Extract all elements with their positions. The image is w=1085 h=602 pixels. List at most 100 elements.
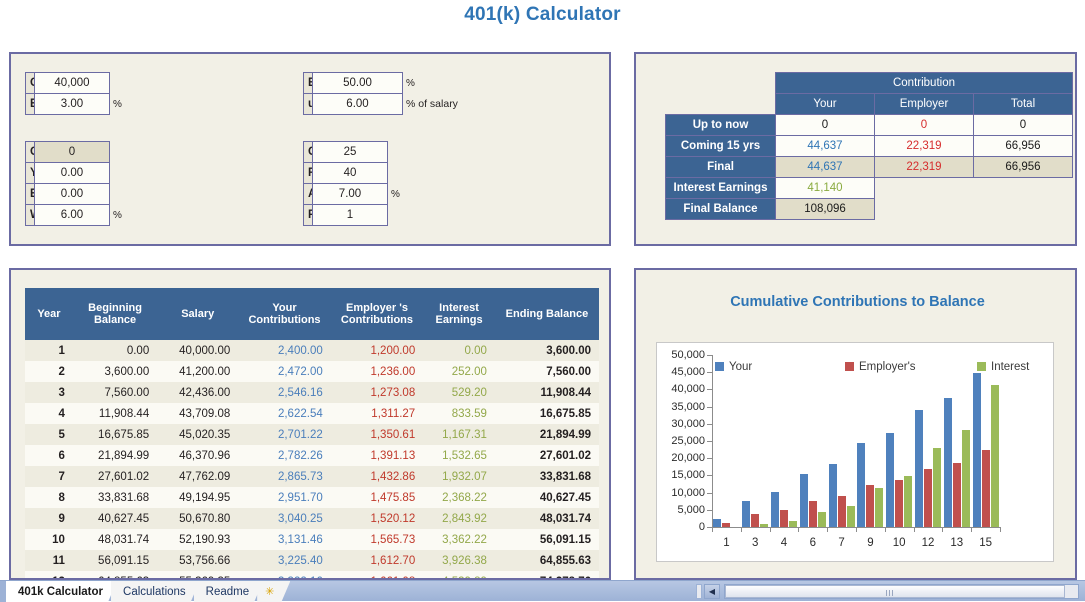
projection-cell: 2,622.54 xyxy=(277,407,323,420)
input-row: Retirement Age40 xyxy=(303,162,402,184)
projection-cell: 1,391.13 xyxy=(370,449,416,462)
sheet-tab-label: 401k Calculator xyxy=(18,585,104,598)
sheet-tab-bar: 401k Calculator Calculations Readme ✳ ◀ xyxy=(0,580,1085,602)
horizontal-scrollbar-thumb[interactable] xyxy=(725,585,1065,598)
projection-cell: 2,472.00 xyxy=(277,365,323,378)
input-label: Employer's Contr. up to now xyxy=(25,183,35,205)
projection-cell: 16,675.85 xyxy=(539,407,591,420)
projection-cell: 5 xyxy=(58,428,65,441)
insert-worksheet-tab[interactable]: ✳ xyxy=(257,581,290,602)
projection-cell: 7 xyxy=(58,470,65,483)
chart-y-tick-label: 50,000 xyxy=(671,349,705,361)
chart-bar xyxy=(713,518,722,527)
projection-cell: 3,040.25 xyxy=(277,512,323,525)
summary-column-header: Your xyxy=(775,93,875,115)
projection-column-header: Your Contributions xyxy=(238,288,331,340)
chart-x-tick-mark xyxy=(712,527,713,532)
projection-cell: 56,091.15 xyxy=(539,533,591,546)
sheet-tab-label: Readme xyxy=(205,585,250,598)
page-title: 401(k) Calculator xyxy=(464,4,621,25)
chart-y-tick-mark xyxy=(707,406,712,408)
summary-row: Final 44,637 22,319 66,956 xyxy=(665,156,1073,178)
chart-y-tick-mark xyxy=(707,441,712,442)
projection-cell: 11,908.44 xyxy=(540,386,591,399)
chart-x-tick-label: 9 xyxy=(867,537,874,549)
chart-y-tick-mark xyxy=(707,492,712,494)
chart-x-tick-label: 15 xyxy=(979,537,992,549)
chart-y-tick-label: 5,000 xyxy=(677,503,705,516)
input-value-cell[interactable]: 6.00 xyxy=(312,93,403,115)
chart-plot-frame: Your Employer's Interest 0 5,000 10,000 15,00… xyxy=(656,342,1054,562)
projection-cell: 3 xyxy=(58,386,65,399)
summary-empty-cell xyxy=(974,178,1073,199)
projection-cell: 1,200.00 xyxy=(370,344,416,357)
input-value-cell[interactable]: 50.00 xyxy=(312,72,403,94)
summary-row-label: Final Balance xyxy=(665,198,776,220)
chart-y-tick-mark xyxy=(707,423,712,425)
projection-cell: 4 xyxy=(58,407,65,420)
projection-cell: 1,236.00 xyxy=(370,365,416,378)
projection-cell: 27,601.02 xyxy=(98,470,150,483)
chart-x-tick-mark xyxy=(856,527,857,532)
input-row: Payments per Year1 xyxy=(303,204,402,226)
input-value-cell[interactable]: 0.00 xyxy=(34,162,110,184)
input-unit-label: % xyxy=(391,188,400,200)
chart-bar xyxy=(799,474,808,527)
projection-cell: 1 xyxy=(58,344,65,357)
input-row: Withheld Salary for 401k6.00% xyxy=(25,204,123,226)
summary-value-cell: 66,956 xyxy=(973,156,1073,178)
table-row: 8 33,831.68 49,194.95 2,951.70 1,475.85 2,368… xyxy=(25,487,599,508)
projection-cell: 1,932.07 xyxy=(442,470,487,483)
input-row: Employer Match50.00% xyxy=(303,72,459,94)
projection-cell: 1,661.08 xyxy=(331,571,423,579)
sheet-tab-label: Calculations xyxy=(123,585,186,598)
projection-column-header: Employer 's Contributions xyxy=(330,288,424,340)
summary-column-header: Employer xyxy=(874,93,974,115)
projection-cell: 56,091.15 xyxy=(98,554,150,567)
projection-cell: 1,311.27 xyxy=(371,407,416,420)
chart-x-tick-mark xyxy=(769,527,771,532)
input-value-cell[interactable]: 7.00 xyxy=(312,183,388,205)
chart-x-tick-label: 7 xyxy=(838,537,845,549)
input-unit-label xyxy=(110,142,123,163)
input-value-cell[interactable]: 0 xyxy=(34,141,110,163)
input-value-cell[interactable]: 6.00 xyxy=(34,204,110,226)
summary-group-header: Contribution xyxy=(775,72,1073,94)
projection-cell: 6 xyxy=(58,449,65,462)
projection-cell: 2,368.22 xyxy=(442,491,487,504)
age-input-block: Current Age25Retirement Age40Avg. Annual… xyxy=(303,141,402,226)
input-unit-label: % xyxy=(113,209,122,221)
input-value-cell[interactable]: 40,000 xyxy=(34,72,110,94)
projection-cell: 1,350.61 xyxy=(370,428,416,441)
input-value-cell[interactable]: 1 xyxy=(312,204,388,226)
summary-row-label: Final xyxy=(665,156,776,178)
projection-cell: 12 xyxy=(25,571,73,579)
horizontal-scrollbar[interactable] xyxy=(724,584,1079,599)
input-value-cell[interactable]: 40 xyxy=(312,162,388,184)
projection-cell: 4,539.89 xyxy=(423,571,495,579)
projection-cell: 27,601.02 xyxy=(539,449,591,462)
chart-bar xyxy=(771,492,779,527)
chart-x-tick-label: 6 xyxy=(809,537,816,549)
sheet-tab-calculations[interactable]: Calculations xyxy=(111,581,200,602)
table-row: 1 0.00 40,000.00 2,400.00 1,200.00 0.00 3,600.… xyxy=(25,340,599,361)
input-value-cell[interactable]: 0.00 xyxy=(34,183,110,205)
sheet-tab-401k-calculator[interactable]: 401k Calculator xyxy=(6,581,117,602)
input-value-cell[interactable]: 25 xyxy=(312,141,388,163)
summary-row: Final Balance 108,096 xyxy=(665,198,1073,220)
projection-cell: 9 xyxy=(58,512,65,525)
projection-cell: 40,627.45 xyxy=(98,512,150,525)
projection-cell: 11,908.44 xyxy=(98,407,150,420)
projection-cell: 3,600.00 xyxy=(546,344,591,357)
chart-y-tick-label: 0 xyxy=(698,521,705,533)
scrollbar-split-handle[interactable] xyxy=(696,584,702,599)
chart-x-tick-mark xyxy=(884,527,886,532)
projection-cell: 3,131.46 xyxy=(277,533,323,546)
scroll-left-button[interactable]: ◀ xyxy=(704,584,720,599)
chart-bar xyxy=(924,468,932,527)
projection-cell: 2,546.16 xyxy=(277,386,323,399)
input-value-cell[interactable]: 3.00 xyxy=(34,93,110,115)
chart-bar xyxy=(846,505,855,527)
chart-bar xyxy=(915,410,923,527)
sheet-tab-readme[interactable]: Readme xyxy=(194,581,263,602)
